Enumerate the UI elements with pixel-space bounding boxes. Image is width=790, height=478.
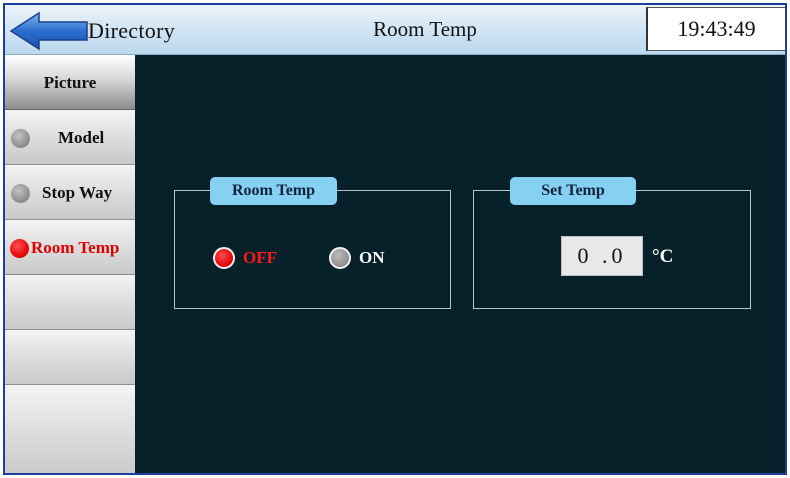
sidebar-item-room-temp[interactable]: Room Temp bbox=[5, 220, 135, 275]
app-frame: Directory Room Temp 19:43:49 Picture Mod… bbox=[3, 3, 787, 475]
status-indicator-icon bbox=[11, 184, 30, 203]
back-arrow-icon bbox=[9, 11, 88, 51]
radio-on-label: ON bbox=[359, 248, 385, 267]
status-indicator-icon bbox=[11, 129, 30, 148]
radio-on[interactable]: ON bbox=[329, 244, 399, 272]
sidebar-item-picture[interactable]: Picture bbox=[5, 55, 135, 110]
room-temp-panel: Room Temp OFF ON bbox=[174, 177, 451, 309]
radio-off[interactable]: OFF bbox=[213, 244, 293, 272]
directory-label: Directory bbox=[88, 18, 175, 43]
sidebar-item-label: Room Temp bbox=[31, 238, 120, 257]
sidebar-item-model[interactable]: Model bbox=[5, 110, 135, 165]
sidebar-item-label: Picture bbox=[43, 73, 97, 92]
radio-unselected-icon bbox=[329, 247, 351, 269]
sidebar-item-empty[interactable] bbox=[5, 275, 135, 330]
sidebar-item-stop-way[interactable]: Stop Way bbox=[5, 165, 135, 220]
page-title: Room Temp bbox=[373, 17, 477, 41]
radio-off-label: OFF bbox=[243, 248, 277, 267]
directory-back-button[interactable]: Directory bbox=[9, 11, 189, 51]
set-temp-panel-title: Set Temp bbox=[510, 177, 636, 205]
sidebar-item-empty[interactable] bbox=[5, 385, 135, 473]
set-temp-input[interactable]: 0 .0 bbox=[561, 236, 643, 276]
radio-selected-icon bbox=[213, 247, 235, 269]
main-panel: Room Temp OFF ON Set Temp 0 .0 °C bbox=[135, 55, 785, 473]
clock-display: 19:43:49 bbox=[646, 7, 785, 51]
room-temp-panel-title: Room Temp bbox=[210, 177, 337, 205]
set-temp-panel: Set Temp 0 .0 °C bbox=[473, 177, 751, 309]
header-bar: Directory Room Temp 19:43:49 bbox=[5, 5, 785, 55]
sidebar-item-label: Stop Way bbox=[42, 183, 113, 202]
sidebar-item-empty[interactable] bbox=[5, 330, 135, 385]
sidebar-item-label: Model bbox=[58, 128, 105, 147]
temperature-unit-label: °C bbox=[652, 246, 674, 267]
sidebar: Picture Model Stop Way Room Temp bbox=[5, 55, 135, 473]
status-indicator-icon bbox=[10, 239, 29, 258]
